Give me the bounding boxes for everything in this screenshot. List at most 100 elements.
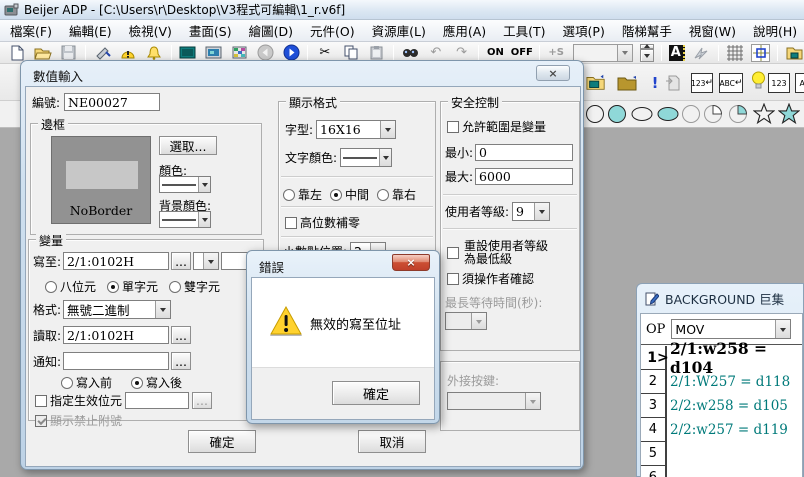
read-input[interactable]: 2/1:0102H — [63, 326, 169, 344]
circle-filled-tool[interactable] — [607, 104, 627, 124]
copy-icon[interactable] — [341, 44, 360, 62]
ellipse-outline-tool[interactable] — [630, 104, 654, 124]
dialog-cancel-button[interactable]: 取消 — [358, 430, 426, 453]
macro-op-dropdown[interactable] — [775, 320, 790, 338]
radio-align-center[interactable] — [330, 189, 342, 201]
state-on-button[interactable]: ON — [486, 44, 505, 62]
macro-row-2[interactable]: 2 2/1:W257 = d118 — [641, 370, 802, 394]
radio-word[interactable] — [107, 281, 119, 293]
macro-row-5[interactable]: 5 — [641, 442, 802, 466]
lamp-element-icon[interactable] — [748, 72, 768, 90]
ellipse-filled-tool[interactable] — [656, 104, 680, 124]
user-level-combobox[interactable]: 9 — [512, 202, 550, 221]
menu-window[interactable]: 視窗(W) — [689, 21, 736, 40]
radio-align-left[interactable] — [283, 189, 295, 201]
menu-tools[interactable]: 工具(T) — [503, 21, 545, 40]
state-combobox-dropdown[interactable] — [617, 45, 632, 61]
write-to-type-dropdown[interactable] — [203, 253, 218, 269]
ascii-input-element-icon[interactable]: ABC↵ — [719, 73, 743, 93]
max-wait-combobox[interactable] — [445, 312, 487, 330]
state-off-button[interactable]: OFF — [512, 44, 532, 62]
border-preview[interactable]: NoBorder — [51, 136, 151, 224]
library-folder-icon[interactable] — [785, 44, 804, 62]
new-file-icon[interactable] — [8, 44, 27, 62]
error-ok-button[interactable]: 確定 — [332, 381, 420, 405]
undo-icon[interactable]: ↶ — [426, 44, 445, 62]
next-screen-icon[interactable] — [282, 44, 301, 62]
trigger-bit-checkbox[interactable] — [35, 395, 47, 407]
write-to-input[interactable]: 2/1:0102H — [63, 252, 169, 270]
font-combobox[interactable]: 16X16 — [316, 120, 396, 139]
pie-outline-tool[interactable] — [703, 104, 723, 124]
screen-manager-icon[interactable] — [586, 73, 606, 91]
state-combobox[interactable] — [573, 44, 633, 62]
numeric-input-element-icon[interactable]: 123↵ — [691, 73, 713, 93]
open-file-icon[interactable] — [34, 44, 53, 62]
text-element-icon[interactable]: A — [669, 45, 685, 61]
trigger-bit-browse-button[interactable]: ... — [192, 392, 212, 409]
circle-outline-tool[interactable] — [585, 104, 605, 124]
alarm-dome-icon[interactable] — [119, 44, 138, 62]
screen-icon[interactable] — [179, 44, 198, 62]
max-input[interactable]: 6000 — [475, 168, 573, 185]
menu-library[interactable]: 資源庫(L) — [372, 21, 426, 40]
pad-zero-checkbox[interactable] — [285, 217, 297, 229]
screen-image-icon[interactable] — [204, 44, 223, 62]
bell-icon[interactable] — [145, 44, 164, 62]
cut-icon[interactable]: ✂ — [315, 44, 334, 62]
macro-row-4[interactable]: 4 2/2:w257 = d119 — [641, 418, 802, 442]
plus-s-button[interactable]: +S — [547, 44, 566, 62]
menu-draw[interactable]: 繪圖(D) — [249, 21, 293, 40]
macro-folder-icon[interactable] — [617, 74, 637, 92]
compile-icon[interactable]: ! — [645, 74, 665, 92]
radio-write-after[interactable] — [131, 377, 143, 389]
text-color-dropdown[interactable] — [379, 149, 391, 166]
radio-align-right[interactable] — [377, 189, 389, 201]
min-input[interactable]: 0 — [475, 144, 573, 161]
id-input[interactable]: NE00027 — [64, 93, 160, 111]
menu-view[interactable]: 檢視(V) — [129, 21, 172, 40]
trigger-bit-input[interactable] — [125, 392, 189, 409]
menu-object[interactable]: 元件(O) — [310, 21, 355, 40]
notify-input[interactable] — [63, 352, 169, 370]
macro-row-1[interactable]: 1> 2/1:w258 = d104 — [641, 346, 802, 370]
menu-screen[interactable]: 畫面(S) — [189, 21, 232, 40]
error-close-button[interactable]: × — [392, 254, 430, 271]
dialog-ok-button[interactable]: 確定 — [188, 430, 256, 453]
menu-help[interactable]: 說明(H) — [753, 21, 797, 40]
max-wait-dropdown[interactable] — [471, 313, 486, 329]
redo-icon[interactable]: ↷ — [452, 44, 471, 62]
macro-row-3[interactable]: 3 2/2:w258 = d105 — [641, 394, 802, 418]
write-to-type-combobox[interactable] — [193, 252, 219, 270]
border-color-dropdown[interactable] — [198, 177, 210, 192]
reset-user-level-checkbox[interactable] — [447, 247, 459, 259]
menu-file[interactable]: 檔案(F) — [10, 21, 52, 40]
range-variable-checkbox[interactable] — [447, 121, 459, 133]
arc-tool[interactable] — [681, 104, 701, 124]
ascii-display-element-icon[interactable]: AB — [795, 73, 804, 93]
menu-application[interactable]: 應用(A) — [443, 21, 486, 40]
format-dropdown[interactable] — [155, 301, 170, 318]
state-spinner[interactable] — [640, 44, 654, 62]
format-combobox[interactable]: 無號二進制 — [63, 300, 171, 319]
menu-edit[interactable]: 編輯(E) — [69, 21, 112, 40]
dialog-close-button[interactable]: × — [536, 65, 570, 81]
find-icon[interactable] — [401, 44, 420, 62]
macro-op-combobox[interactable]: MOV — [671, 319, 791, 339]
doc-transfer-icon[interactable] — [663, 74, 683, 92]
show-prohibit-checkbox[interactable] — [35, 415, 47, 427]
border-bg-color-combobox[interactable] — [159, 211, 211, 228]
grid-icon[interactable] — [726, 44, 745, 62]
menu-ladder-helper[interactable]: 階梯幫手 — [622, 21, 672, 40]
border-bg-color-dropdown[interactable] — [198, 212, 210, 227]
border-select-button[interactable]: 選取... — [159, 136, 217, 155]
snap-grid-icon[interactable] — [751, 44, 770, 62]
pattern-screen-icon[interactable] — [230, 44, 249, 62]
flash-element-icon[interactable] — [692, 44, 711, 62]
macro-row-6[interactable]: 6 — [641, 466, 802, 477]
radio-8bit[interactable] — [45, 281, 57, 293]
text-color-combobox[interactable] — [340, 148, 392, 167]
radio-write-before[interactable] — [61, 377, 73, 389]
border-color-combobox[interactable] — [159, 176, 211, 193]
radio-dword[interactable] — [169, 281, 181, 293]
